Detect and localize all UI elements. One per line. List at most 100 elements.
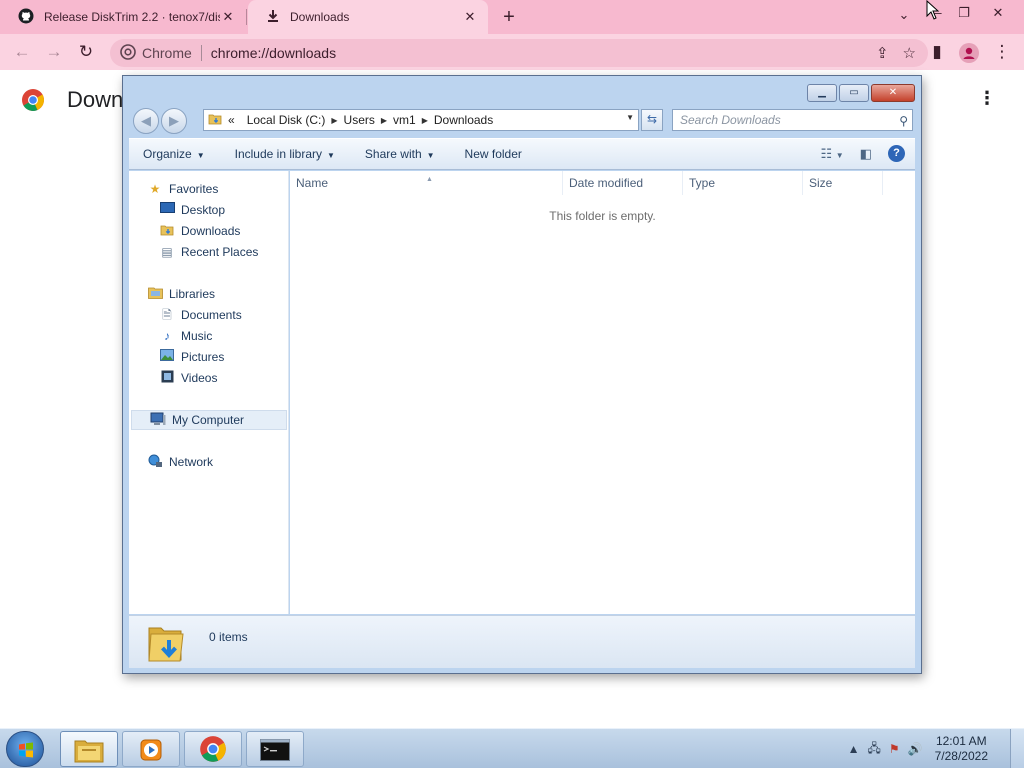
share-with-button[interactable]: Share with ▼ bbox=[365, 147, 435, 161]
item-count: 0 items bbox=[209, 630, 248, 644]
breadcrumb-arrow-icon[interactable]: ▶ bbox=[381, 116, 387, 125]
chrome-logo-icon bbox=[21, 88, 45, 112]
clock-date: 7/28/2022 bbox=[934, 749, 988, 763]
media-player-icon bbox=[140, 739, 162, 761]
preview-pane-icon[interactable]: ◧ bbox=[860, 146, 872, 162]
nav-label: Desktop bbox=[181, 203, 226, 217]
profile-avatar[interactable] bbox=[958, 42, 980, 64]
nav-libraries[interactable]: Libraries bbox=[147, 284, 215, 304]
nav-pictures[interactable]: Pictures bbox=[159, 347, 224, 367]
network-tray-icon[interactable]: 🖧 bbox=[868, 739, 881, 760]
music-icon: ♪ bbox=[164, 329, 170, 343]
column-size[interactable]: Size bbox=[803, 171, 883, 195]
side-panel-icon[interactable]: ▮ bbox=[926, 42, 948, 64]
search-input[interactable]: Search Downloads ⚲ bbox=[672, 109, 913, 131]
column-name[interactable]: ▲ Name bbox=[290, 171, 563, 195]
github-icon bbox=[18, 8, 34, 27]
nav-label: My Computer bbox=[172, 413, 245, 427]
breadcrumb-local-disk[interactable]: Local Disk (C:) bbox=[247, 113, 326, 127]
breadcrumb-arrow-icon[interactable]: ▶ bbox=[422, 116, 428, 125]
breadcrumb-downloads[interactable]: Downloads bbox=[434, 113, 493, 127]
taskbar-media-player-button[interactable] bbox=[122, 731, 180, 767]
explorer-minimize-button[interactable]: ▁ bbox=[807, 84, 837, 102]
address-overflow[interactable]: « bbox=[228, 113, 235, 127]
nav-downloads[interactable]: Downloads bbox=[159, 221, 240, 241]
change-view-icon[interactable]: ☷ ▼ bbox=[821, 146, 844, 162]
nav-favorites[interactable]: ★ Favorites bbox=[147, 179, 219, 199]
start-button[interactable] bbox=[6, 731, 44, 767]
cmd-icon bbox=[260, 739, 290, 761]
address-dropdown-icon[interactable]: ▼ bbox=[626, 113, 634, 122]
recent-places-icon: ▤ bbox=[161, 245, 173, 259]
documents-icon: 🗎 bbox=[162, 308, 172, 322]
omnibox[interactable]: Chrome chrome://downloads ⇪ ☆ bbox=[110, 39, 928, 67]
tab-search-chevron-icon[interactable]: ⌄ bbox=[892, 7, 916, 23]
omnibox-divider bbox=[200, 45, 202, 61]
tab-downloads[interactable]: Downloads ✕ bbox=[248, 0, 488, 34]
reload-button[interactable]: ↻ bbox=[75, 42, 97, 64]
tab-close-icon[interactable]: ✕ bbox=[220, 9, 236, 25]
nav-label: Network bbox=[169, 455, 214, 469]
search-icon[interactable]: ⚲ bbox=[899, 111, 908, 131]
tab-title: Release DiskTrim 2.2 · tenox7/dis bbox=[44, 10, 220, 24]
taskbar-cmd-button[interactable] bbox=[246, 731, 304, 767]
nav-my-computer[interactable]: My Computer bbox=[131, 410, 287, 430]
tab-close-icon[interactable]: ✕ bbox=[462, 9, 478, 25]
explorer-icon bbox=[74, 740, 104, 763]
window-close-icon[interactable]: ✕ bbox=[986, 5, 1010, 21]
dropdown-arrow-icon: ▼ bbox=[327, 151, 335, 160]
bookmark-star-icon[interactable]: ☆ bbox=[903, 44, 916, 62]
system-tray: ▲ 🖧 ⚑ 🔊 12:01 AM 7/28/2022 bbox=[848, 729, 1024, 768]
restore-icon[interactable]: ❐ bbox=[952, 5, 976, 21]
nav-recent-places[interactable]: ▤ Recent Places bbox=[159, 242, 258, 262]
refresh-button[interactable]: ⇆ bbox=[641, 109, 663, 131]
volume-icon[interactable]: 🔊 bbox=[908, 742, 923, 756]
explorer-back-button[interactable]: ◀ bbox=[133, 108, 159, 134]
action-center-flag-icon[interactable]: ⚑ bbox=[889, 742, 900, 756]
chrome-menu-icon[interactable]: ⋮ bbox=[991, 42, 1013, 64]
show-desktop-button[interactable] bbox=[1010, 729, 1024, 768]
address-bar[interactable]: « Local Disk (C:) ▶ Users ▶ vm1 ▶ Downlo… bbox=[203, 109, 639, 131]
explorer-forward-button[interactable]: ▶ bbox=[161, 108, 187, 134]
downloads-more-icon[interactable]: ⋮ bbox=[978, 88, 996, 109]
details-pane: 0 items bbox=[129, 615, 915, 668]
column-date-modified[interactable]: Date modified bbox=[563, 171, 683, 195]
command-label: New folder bbox=[464, 147, 522, 161]
breadcrumb-users[interactable]: Users bbox=[344, 113, 375, 127]
taskbar-chrome-button[interactable] bbox=[184, 731, 242, 767]
tab-title: Downloads bbox=[290, 10, 350, 24]
nav-network[interactable]: Network bbox=[147, 452, 213, 472]
share-icon[interactable]: ⇪ bbox=[876, 44, 889, 62]
nav-music[interactable]: ♪ Music bbox=[159, 326, 212, 346]
new-folder-button[interactable]: New folder bbox=[465, 147, 522, 161]
clock[interactable]: 12:01 AM 7/28/2022 bbox=[935, 734, 988, 764]
windows-taskbar: ▲ 🖧 ⚑ 🔊 12:01 AM 7/28/2022 bbox=[0, 728, 1024, 768]
explorer-navigation-bar: ◀ ▶ « Local Disk (C:) ▶ Users ▶ vm1 ▶ Do… bbox=[131, 106, 915, 134]
tab-disktrim-release[interactable]: Release DiskTrim 2.2 · tenox7/dis ✕ bbox=[0, 0, 246, 34]
file-list[interactable]: ▲ Name Date modified Type Size This fold… bbox=[290, 171, 915, 614]
nav-label: Favorites bbox=[169, 182, 219, 196]
explorer-caption-buttons: ▁ ▭ ✕ bbox=[807, 84, 915, 102]
back-button[interactable]: ← bbox=[11, 42, 33, 64]
network-icon bbox=[147, 454, 163, 470]
breadcrumb-vm1[interactable]: vm1 bbox=[393, 113, 416, 127]
explorer-close-button[interactable]: ✕ bbox=[871, 84, 915, 102]
column-type[interactable]: Type bbox=[683, 171, 803, 195]
include-in-library-button[interactable]: Include in library ▼ bbox=[235, 147, 335, 161]
breadcrumb-arrow-icon[interactable]: ▶ bbox=[331, 116, 337, 125]
organize-button[interactable]: Organize ▼ bbox=[143, 147, 205, 161]
new-tab-button[interactable]: + bbox=[498, 6, 520, 28]
omnibox-actions: ⇪ ☆ bbox=[876, 44, 916, 62]
taskbar-explorer-button[interactable] bbox=[60, 731, 118, 767]
show-hidden-icons-icon[interactable]: ▲ bbox=[848, 742, 860, 756]
nav-documents[interactable]: 🗎 Documents bbox=[159, 305, 242, 325]
help-icon[interactable]: ? bbox=[888, 145, 905, 162]
nav-label: Pictures bbox=[181, 350, 225, 364]
download-icon bbox=[266, 9, 280, 26]
omnibox-url[interactable]: chrome://downloads bbox=[211, 45, 336, 61]
nav-videos[interactable]: Videos bbox=[159, 368, 217, 388]
nav-desktop[interactable]: Desktop bbox=[159, 200, 225, 220]
explorer-maximize-button[interactable]: ▭ bbox=[839, 84, 869, 102]
forward-button[interactable]: → bbox=[43, 42, 65, 64]
mouse-cursor-icon bbox=[926, 0, 940, 23]
